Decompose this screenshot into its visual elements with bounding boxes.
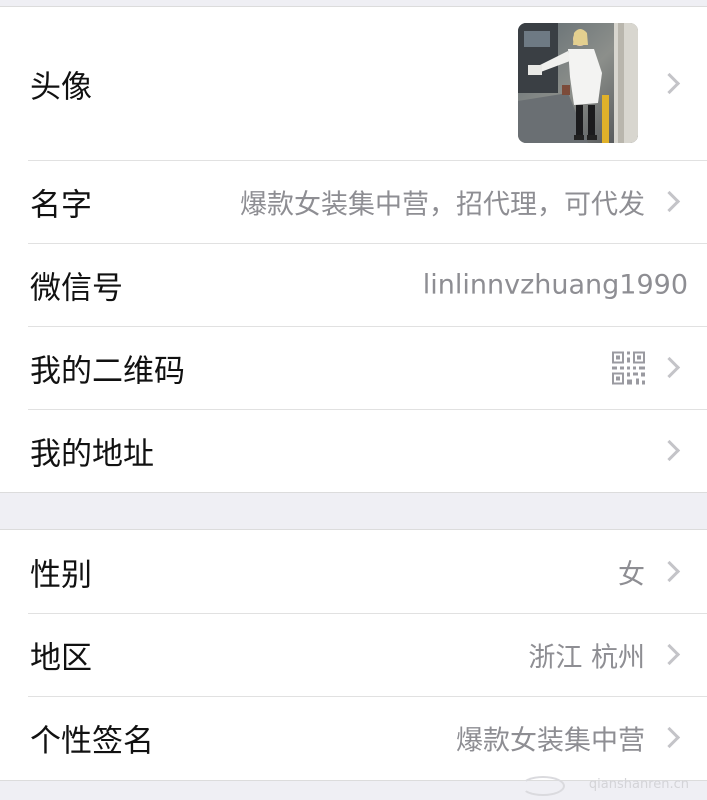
gender-value: 女: [618, 559, 645, 590]
wechat-id-row: 微信号 linlinnvzhuang1990: [0, 243, 707, 326]
wechat-id-label: 微信号: [30, 270, 123, 306]
gender-label: 性别: [30, 557, 92, 593]
address-row[interactable]: 我的地址: [0, 409, 707, 492]
name-value: 爆款女装集中营，招代理，可代发: [240, 189, 645, 220]
wechat-id-value: linlinnvzhuang1990: [422, 269, 688, 300]
name-label: 名字: [30, 187, 92, 223]
details-section: 性别 女 地区 浙江 杭州 个性签名 爆款女装集中营: [0, 529, 707, 781]
qr-code-label: 我的二维码: [30, 353, 185, 389]
signature-label: 个性签名: [30, 723, 154, 759]
region-value: 浙江 杭州: [528, 642, 645, 673]
chevron-right-icon: [658, 72, 681, 94]
qr-code-row[interactable]: 我的二维码: [0, 326, 707, 409]
signature-value: 爆款女装集中营: [456, 725, 645, 756]
watermark-text: qianshanren.cn: [588, 777, 689, 792]
chevron-right-icon: [658, 643, 681, 665]
chevron-right-icon: [658, 190, 681, 212]
avatar-photo: [518, 23, 638, 143]
region-row[interactable]: 地区 浙江 杭州: [0, 613, 707, 696]
chevron-right-icon: [658, 726, 681, 748]
avatar-label: 头像: [30, 69, 92, 105]
region-label: 地区: [30, 640, 92, 676]
avatar[interactable]: [518, 23, 638, 143]
name-row[interactable]: 名字 爆款女装集中营，招代理，可代发: [0, 160, 707, 243]
avatar-row[interactable]: 头像: [0, 7, 707, 160]
profile-section: 头像 名字 爆款女装集中营，招代理，可代发 微信号 linlinnvzhuang…: [0, 6, 707, 493]
chevron-right-icon: [658, 560, 681, 582]
address-label: 我的地址: [30, 436, 154, 472]
chevron-right-icon: [658, 356, 681, 378]
chevron-right-icon: [658, 439, 681, 461]
qr-code-icon: [612, 351, 645, 384]
signature-row[interactable]: 个性签名 爆款女装集中营: [0, 696, 707, 779]
watermark-logo: [521, 776, 565, 796]
gender-row[interactable]: 性别 女: [0, 530, 707, 613]
